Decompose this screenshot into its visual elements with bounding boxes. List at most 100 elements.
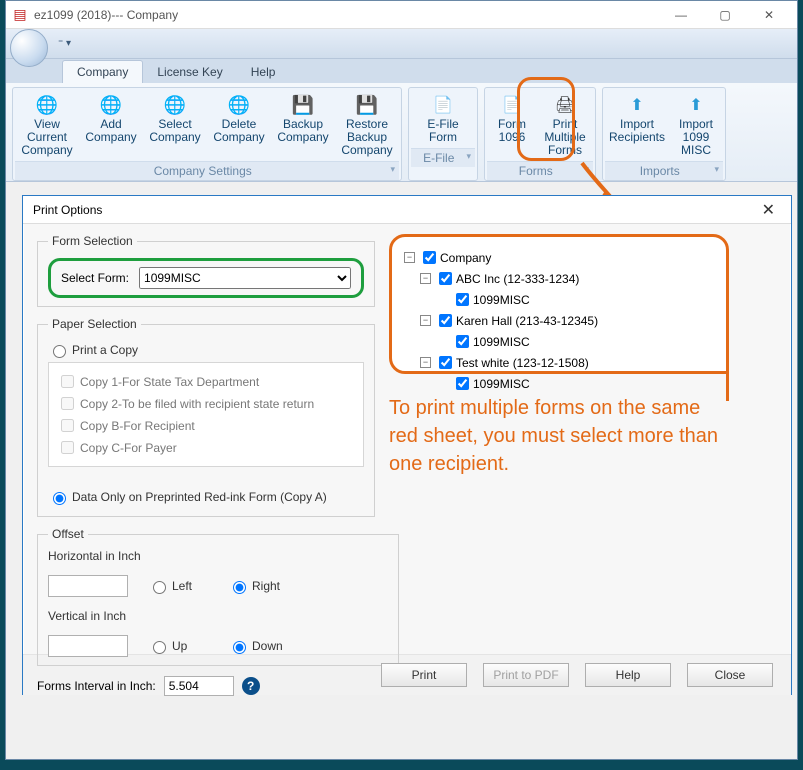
ribbon: 🌐View Current Company 🌐Add Company 🌐Sele… [6,83,797,182]
tree-check-company[interactable] [423,251,436,264]
efile-form-button[interactable]: 📄E-File Form [411,90,475,146]
group-company-settings: 🌐View Current Company 🌐Add Company 🌐Sele… [12,87,402,181]
view-current-company-button[interactable]: 🌐View Current Company [15,90,79,159]
up-label: Up [172,639,187,653]
horizontal-input[interactable] [48,575,128,597]
form-1096-button[interactable]: 📄Form 1096 [487,90,537,159]
globe-x-icon: 🌐 [228,99,250,112]
tab-company[interactable]: Company [62,60,143,83]
tree-node-form[interactable]: 1099MISC [473,335,530,349]
group-title-efile: E-File [423,151,454,165]
print-button[interactable]: Print [381,663,467,687]
app-menu-orb[interactable] [10,29,48,67]
tree-node-form[interactable]: 1099MISC [473,377,530,391]
tree-toggle[interactable]: − [420,357,431,368]
printer-icon: 🖨 [555,99,575,112]
form-icon: 📄 [502,99,522,112]
vertical-input[interactable] [48,635,128,657]
data-only-label: Data Only on Preprinted Red-ink Form (Co… [72,490,327,504]
restore-backup-button[interactable]: 💾Restore Backup Company [335,90,399,159]
forms-interval-label: Forms Interval in Inch: [37,679,156,693]
close-window-button[interactable]: ✕ [747,1,791,29]
left-label: Left [172,579,192,593]
window-title: ez1099 (2018)--- Company [34,8,178,22]
print-multiple-forms-button[interactable]: 🖨Print Multiple Forms [537,90,593,159]
select-company-button[interactable]: 🌐Select Company [143,90,207,159]
save-restore-icon: 💾 [356,99,378,112]
copy1-label: Copy 1-For State Tax Department [80,375,259,389]
tab-help[interactable]: Help [237,61,290,83]
print-to-pdf-button[interactable]: Print to PDF [483,663,569,687]
tree-toggle[interactable]: − [420,273,431,284]
copyB-checkbox[interactable] [61,419,74,432]
offset-fieldset: Offset Horizontal in Inch Left Right Ver… [37,527,399,666]
tree-check[interactable] [456,335,469,348]
print-a-copy-radio[interactable] [53,345,66,358]
add-company-button[interactable]: 🌐Add Company [79,90,143,159]
data-only-radio[interactable] [53,492,66,505]
select-form-row: Select Form: 1099MISC [48,258,364,298]
up-radio[interactable] [153,641,166,654]
tree-node-form[interactable]: 1099MISC [473,293,530,307]
tab-license-key[interactable]: License Key [143,61,236,83]
tree-toggle[interactable]: − [404,252,415,263]
paper-selection-legend: Paper Selection [48,317,141,331]
group-title-forms: Forms [519,164,553,178]
annotation-text: To print multiple forms on the same red … [389,394,719,478]
right-label: Right [252,579,280,593]
import-recipients-button[interactable]: ⬆Import Recipients [605,90,669,159]
tree-toggle[interactable]: − [420,315,431,326]
tree-node-recipient[interactable]: ABC Inc (12-333-1234) [456,272,579,286]
maximize-button[interactable]: ▢ [703,1,747,29]
group-efile: 📄E-File Form E-File▾ [408,87,478,181]
copyC-checkbox[interactable] [61,441,74,454]
select-form-dropdown[interactable]: 1099MISC [139,267,351,289]
dialog-titlebar: Print Options ✕ [23,196,791,224]
tree-check[interactable] [439,314,452,327]
help-button[interactable]: Help [585,663,671,687]
tree-check[interactable] [439,356,452,369]
copy2-checkbox[interactable] [61,397,74,410]
copy2-label: Copy 2-To be filed with recipient state … [80,397,314,411]
app-icon: ▤ [12,7,28,23]
tree-check[interactable] [456,293,469,306]
right-radio[interactable] [233,581,246,594]
save-icon: 💾 [292,99,314,112]
tree-node-recipient[interactable]: Karen Hall (213-43-12345) [456,314,598,328]
print-a-copy-label: Print a Copy [72,343,138,357]
forms-interval-row: Forms Interval in Inch: ? [37,676,375,696]
minimize-button[interactable]: — [659,1,703,29]
backup-company-button[interactable]: 💾Backup Company [271,90,335,159]
quick-access-dropdown[interactable]: ⁼ ▾ [52,36,77,51]
import-up-icon: ⬆ [689,99,702,112]
select-form-label: Select Form: [61,271,129,285]
offset-legend: Offset [48,527,88,541]
group-title-imports: Imports [640,164,680,178]
copyC-label: Copy C-For Payer [80,441,177,455]
tree-node-recipient[interactable]: Test white (123-12-1508) [456,356,589,370]
tree-check[interactable] [456,377,469,390]
tree-check[interactable] [439,272,452,285]
copy-options-box: Copy 1-For State Tax Department Copy 2-T… [48,362,364,467]
copyB-label: Copy B-For Recipient [80,419,195,433]
down-radio[interactable] [233,641,246,654]
group-title-company-settings: Company Settings [154,164,252,178]
dialog-close-button[interactable]: ✕ [756,200,781,220]
vertical-label: Vertical in Inch [48,609,388,623]
forms-interval-input[interactable] [164,676,234,696]
close-button[interactable]: Close [687,663,773,687]
efile-icon: 📄 [433,99,453,112]
tree-node-company[interactable]: Company [440,251,491,265]
form-selection-legend: Form Selection [48,234,137,248]
import-1099misc-button[interactable]: ⬆Import 1099 MISC [669,90,723,159]
print-options-dialog: Print Options ✕ Form Selection Select Fo… [22,195,792,695]
delete-company-button[interactable]: 🌐Delete Company [207,90,271,159]
left-radio[interactable] [153,581,166,594]
form-selection-fieldset: Form Selection Select Form: 1099MISC [37,234,375,307]
copy1-checkbox[interactable] [61,375,74,388]
dialog-title: Print Options [33,203,102,217]
horizontal-label: Horizontal in Inch [48,549,388,563]
help-icon[interactable]: ? [242,677,260,695]
titlebar: ▤ ez1099 (2018)--- Company — ▢ ✕ [6,1,797,29]
import-up-icon: ⬆ [630,99,643,112]
